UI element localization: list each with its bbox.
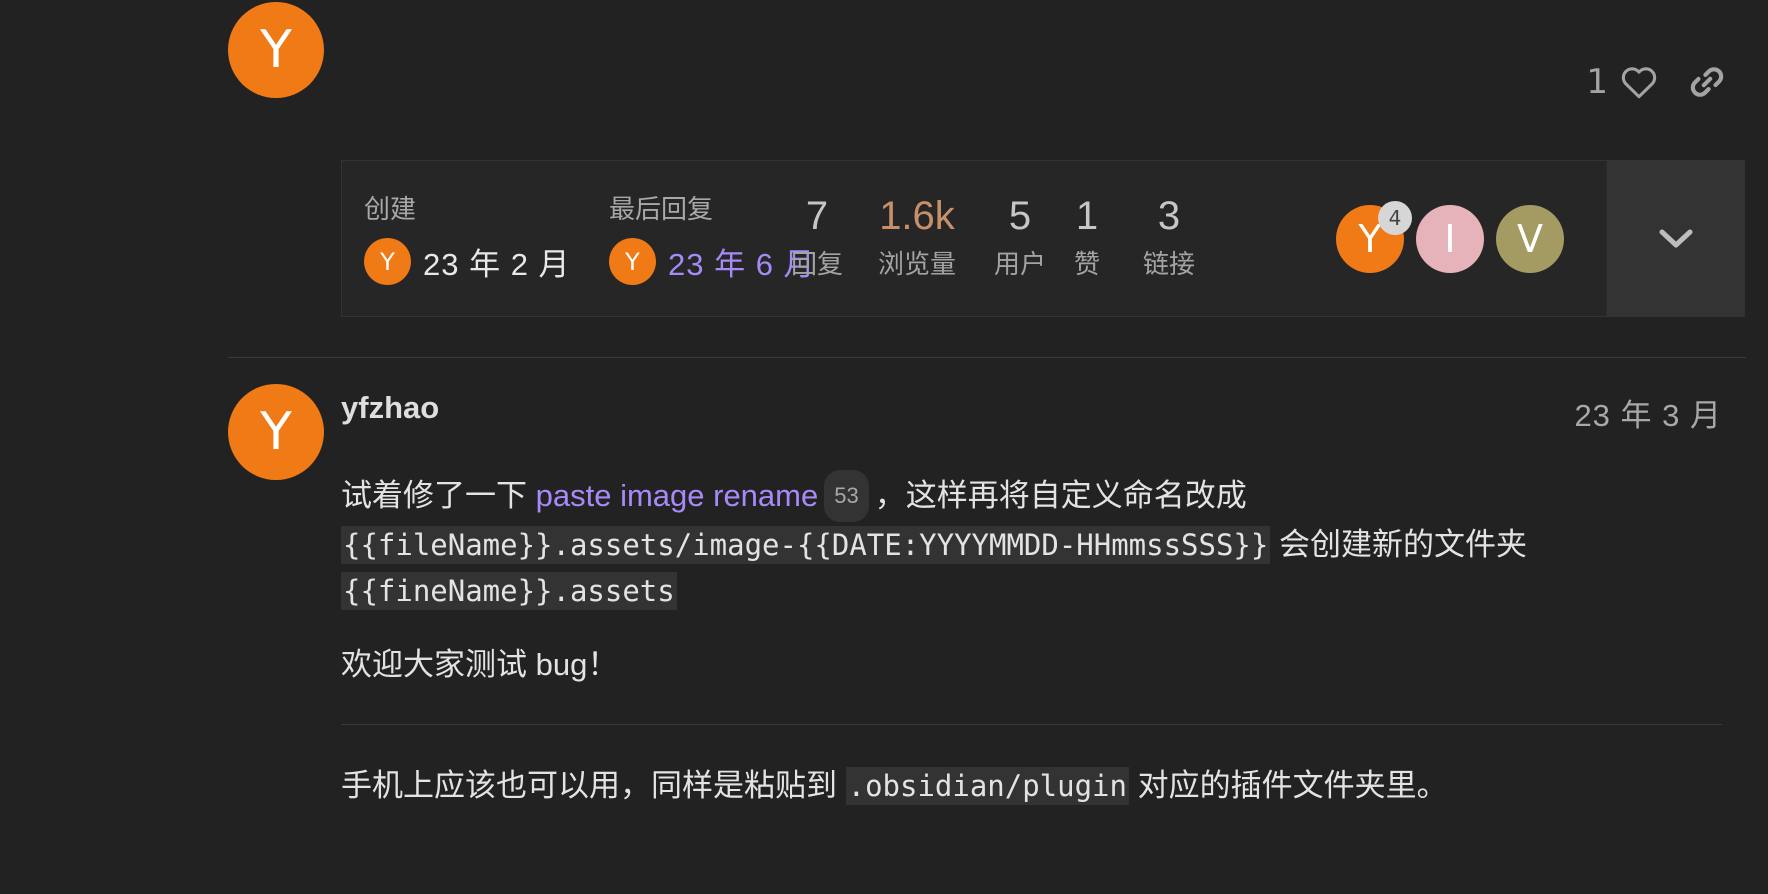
- stat-links-num: 3: [1157, 194, 1181, 238]
- link-icon[interactable]: [1688, 63, 1726, 101]
- post-author-avatar[interactable]: Y: [228, 384, 324, 480]
- created-date: 23 年 2 月: [423, 247, 571, 282]
- code-plugin-path: .obsidian/plugin: [845, 767, 1129, 805]
- post-body: 试着修了一下 paste image rename 53 ，这样再将自定义命名改成 …: [341, 470, 1731, 809]
- post-count-badge: 4: [1378, 201, 1412, 235]
- avatar-letter: V: [1517, 217, 1543, 261]
- expand-topic-map-button[interactable]: [1606, 161, 1744, 316]
- creator-avatar[interactable]: Y: [364, 238, 411, 285]
- post-line-2: {{fileName}}.assets/image-{{DATE:YYYYMMD…: [341, 522, 1731, 568]
- first-post-avatar[interactable]: Y: [228, 2, 324, 98]
- post-line-1: 试着修了一下 paste image rename 53 ，这样再将自定义命名改成: [341, 470, 1731, 522]
- text-segment: 对应的插件文件夹里。: [1128, 768, 1448, 803]
- participant-avatar-v[interactable]: V: [1496, 205, 1564, 273]
- code-naming-pattern: {{fileName}}.assets/image-{{DATE:YYYYMMD…: [341, 526, 1271, 564]
- post-line-3: {{fineName}}.assets: [341, 568, 1731, 614]
- stat-views-label: 浏览量: [877, 249, 956, 279]
- post-divider: [228, 357, 1746, 358]
- like-count: 1: [1586, 62, 1608, 102]
- link-click-count: 53: [824, 470, 869, 522]
- horizontal-rule: [341, 724, 1722, 725]
- stat-likes-label: 赞: [1073, 249, 1100, 279]
- like-button[interactable]: 1: [1586, 62, 1658, 102]
- stat-users-label: 用户: [993, 249, 1046, 279]
- stat-users-num: 5: [1008, 194, 1032, 238]
- stat-views: 1.6k 浏览量: [852, 194, 982, 281]
- discourse-topic-page: Y 1 创建 Y 23 年 2 月 最后回复 Y 23 年 6 月 7 回复 1…: [0, 0, 1768, 894]
- avatar-letter: I: [1444, 217, 1456, 261]
- stat-likes: 1 赞: [1057, 194, 1117, 281]
- stat-links: 3 链接: [1124, 194, 1214, 281]
- post-actions: 1: [1586, 62, 1726, 102]
- text-segment: 试着修了一下: [341, 478, 536, 513]
- plugin-link[interactable]: paste image rename: [536, 478, 819, 513]
- post-username[interactable]: yfzhao: [341, 390, 439, 426]
- stat-users: 5 用户: [975, 194, 1065, 281]
- heart-icon: [1621, 67, 1657, 99]
- text-segment: 手机上应该也可以用，同样是粘贴到: [341, 768, 846, 803]
- stat-replies-num: 7: [805, 194, 829, 238]
- text-segment: 会创建新的文件夹: [1270, 527, 1527, 562]
- stat-likes-num: 1: [1075, 194, 1099, 238]
- post-date[interactable]: 23 年 3 月: [1574, 390, 1722, 435]
- stat-links-label: 链接: [1142, 249, 1195, 279]
- avatar-letter: Y: [380, 247, 395, 276]
- created-block: 创建 Y 23 年 2 月: [364, 189, 571, 285]
- participant-avatar-i[interactable]: I: [1416, 205, 1484, 273]
- created-label: 创建: [364, 194, 417, 224]
- topic-map: 创建 Y 23 年 2 月 最后回复 Y 23 年 6 月 7 回复 1.6k: [341, 160, 1745, 317]
- stat-replies: 7 回复: [772, 194, 862, 281]
- chevron-down-icon: [1659, 229, 1692, 247]
- stat-replies-label: 回复: [790, 249, 843, 279]
- avatar-letter: Y: [260, 20, 292, 80]
- avatar-letter: Y: [625, 247, 640, 276]
- avatar-letter: Y: [260, 402, 292, 462]
- post-paragraph-3: 手机上应该也可以用，同样是粘贴到 .obsidian/plugin 对应的插件文…: [341, 763, 1731, 809]
- participant-avatar-y[interactable]: Y 4: [1336, 201, 1412, 273]
- stat-views-num: 1.6k: [879, 194, 955, 238]
- post-paragraph-2: 欢迎大家测试 bug！: [341, 647, 619, 682]
- code-folder-name: {{fineName}}.assets: [341, 572, 677, 610]
- last-replier-avatar[interactable]: Y: [609, 238, 656, 285]
- text-segment: ，这样再将自定义命名改成: [874, 478, 1247, 513]
